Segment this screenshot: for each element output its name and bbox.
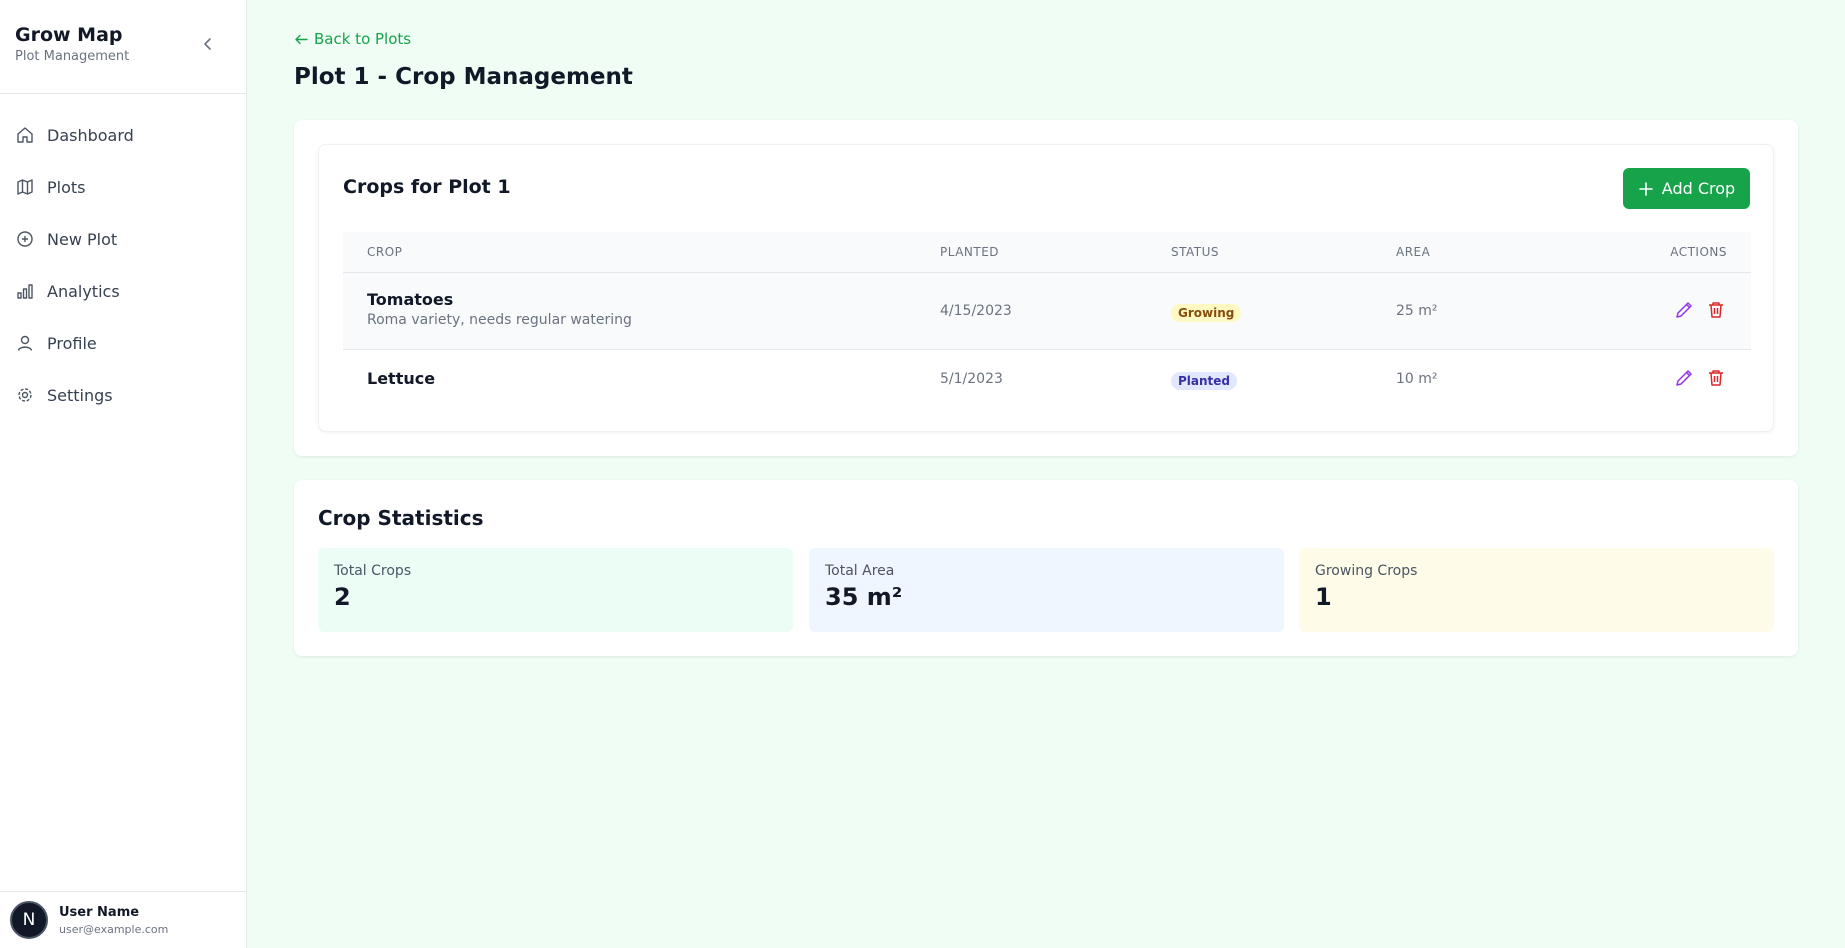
crop-cell: Tomatoes Roma variety, needs regular wat… [367,290,632,328]
crop-name: Tomatoes [367,290,454,309]
gear-icon [18,388,32,402]
map-icon [17,179,33,195]
sidebar-item-label: Plots [47,177,86,197]
table-row: Tomatoes Roma variety, needs regular wat… [343,273,1751,350]
planted-date: 4/15/2023 [940,303,1012,319]
sidebar-item-label: Analytics [47,281,120,301]
edit-crop-button[interactable] [1674,300,1694,320]
column-header-status: STATUS [1171,245,1220,259]
crop-name: Lettuce [367,369,436,388]
page-title: Plot 1 - Crop Management [294,64,633,90]
sidebar-item-profile[interactable]: Profile [0,317,246,369]
pencil-icon [1676,302,1692,318]
plus-circle-icon [17,231,33,247]
back-link-label: Back to Plots [314,30,412,48]
column-header-planted: PLANTED [940,245,1000,259]
table-header: CROP PLANTED STATUS AREA ACTIONS [343,232,1751,273]
column-header-area: AREA [1396,245,1431,259]
stat-total-area: Total Area 35 m² [809,548,1284,632]
stat-value: 2 [334,583,351,611]
stat-label: Total Crops [334,563,412,579]
user-name: User Name [59,904,140,920]
sidebar-item-analytics[interactable]: Analytics [0,265,246,317]
add-crop-label: Add Crop [1661,179,1736,198]
home-icon [17,127,33,143]
user-email: user@example.com [59,922,169,936]
chevron-left-icon [204,38,211,50]
crop-cell: Lettuce [367,369,435,388]
arrow-left-icon [295,34,308,44]
trash-icon [1709,302,1723,318]
status-badge: Growing [1171,304,1242,322]
sidebar-item-label: Dashboard [47,125,134,145]
user-icon [17,335,33,351]
plus-icon [1638,181,1653,196]
edit-crop-button[interactable] [1674,368,1694,388]
delete-crop-button[interactable] [1706,368,1726,388]
stat-total-crops: Total Crops 2 [318,548,793,632]
trash-icon [1709,370,1723,386]
sidebar: Grow Map Plot Management Dashboard Plots… [0,0,247,948]
pencil-icon [1676,370,1692,386]
brand: Grow Map Plot Management [0,0,246,94]
planted-date: 5/1/2023 [940,371,1003,387]
status-badge: Planted [1171,372,1238,390]
back-to-plots-link[interactable]: Back to Plots [294,30,411,48]
stat-value: 1 [1315,583,1332,611]
sidebar-item-plots[interactable]: Plots [0,161,246,213]
sidebar-item-dashboard[interactable]: Dashboard [0,109,246,161]
stat-value: 35 m² [825,583,903,611]
user-menu[interactable]: N User Name user@example.com [0,891,247,948]
stats-title: Crop Statistics [318,506,484,530]
column-header-crop: CROP [367,245,403,259]
sidebar-item-new-plot[interactable]: New Plot [0,213,246,265]
crop-area: 10 m² [1396,371,1438,387]
crops-table: CROP PLANTED STATUS AREA ACTIONS Tomatoe… [343,232,1751,417]
stat-label: Growing Crops [1315,563,1418,579]
crops-section: Crops for Plot 1 Add Crop CROP PLANTED S… [294,120,1798,456]
column-header-actions: ACTIONS [1670,245,1727,259]
stat-label: Total Area [825,563,895,579]
crop-statistics-section: Crop Statistics Total Crops 2 Total Area… [294,480,1798,656]
avatar: N [10,901,48,939]
collapse-sidebar-button[interactable] [198,34,218,54]
sidebar-item-settings[interactable]: Settings [0,369,246,421]
stat-growing-crops: Growing Crops 1 [1299,548,1774,632]
add-crop-button[interactable]: Add Crop [1623,168,1750,209]
delete-crop-button[interactable] [1706,300,1726,320]
sidebar-item-label: Profile [47,333,97,353]
crops-card-title: Crops for Plot 1 [343,176,511,198]
table-row: Lettuce 5/1/2023 Planted 10 m² [343,350,1751,417]
crop-note: Roma variety, needs regular watering [367,312,632,328]
sidebar-item-label: New Plot [47,229,118,249]
bar-chart-icon [17,284,33,299]
crops-card: Crops for Plot 1 Add Crop CROP PLANTED S… [318,144,1774,432]
sidebar-item-label: Settings [47,385,113,405]
crop-area: 25 m² [1396,303,1438,319]
sidebar-nav: Dashboard Plots New Plot Analytics Profi… [0,94,246,421]
